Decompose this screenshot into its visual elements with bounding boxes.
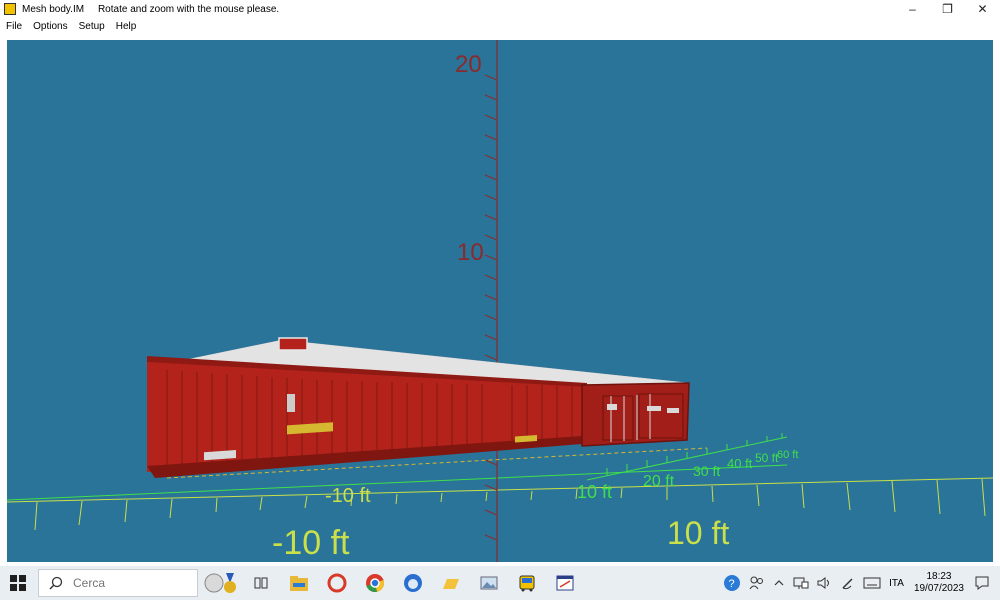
floor-ticks: [34, 478, 986, 531]
label-10-green: 10 ft: [577, 482, 612, 502]
golf-medal-icon: [204, 573, 236, 593]
minimize-button[interactable]: –: [895, 0, 930, 18]
axis-label-20: 20: [455, 51, 482, 78]
svg-text:?: ?: [729, 578, 735, 590]
search-input[interactable]: [71, 575, 165, 591]
door-label-3: [607, 404, 617, 410]
start-button[interactable]: [0, 566, 36, 600]
help-icon[interactable]: ?: [723, 574, 741, 592]
menu-options[interactable]: Options: [28, 21, 72, 32]
taskbar-search[interactable]: [38, 569, 198, 597]
door-label-2: [667, 408, 679, 413]
folder-icon[interactable]: [437, 569, 465, 597]
restore-button[interactable]: ❐: [930, 0, 965, 18]
label-20-green: 20 ft: [643, 473, 675, 490]
menu-bar: File Options Setup Help: [0, 18, 1000, 34]
search-icon: [49, 576, 63, 590]
window-title: Mesh body.IM Rotate and zoom with the mo…: [22, 3, 280, 15]
file-explorer-icon[interactable]: [285, 569, 313, 597]
clock-date: 19/07/2023: [913, 583, 964, 594]
roof-hatch: [278, 337, 308, 351]
language-indicator[interactable]: ITA: [889, 578, 904, 589]
label-10-large: 10 ft: [667, 515, 729, 551]
pen-icon[interactable]: [841, 576, 855, 590]
label-60-green: 60 ft: [777, 449, 798, 461]
photos-icon[interactable]: [475, 569, 503, 597]
container-end-doors: [581, 382, 690, 447]
bus-app-icon[interactable]: [513, 569, 541, 597]
system-tray: ? ITA 18:23 19/07/2023: [719, 566, 1000, 600]
network-icon[interactable]: [793, 576, 809, 590]
menu-help[interactable]: Help: [111, 21, 142, 32]
menu-file[interactable]: File: [1, 21, 27, 32]
label-neg10-large: -10 ft: [272, 524, 350, 562]
app-icon: [4, 3, 16, 15]
side-placard: [287, 394, 295, 412]
chrome-icon[interactable]: [361, 569, 389, 597]
keyboard-icon[interactable]: [863, 577, 881, 589]
label-30-green: 30 ft: [693, 463, 720, 479]
notifications-icon[interactable]: [974, 575, 990, 591]
close-button[interactable]: ✕: [965, 0, 1000, 18]
axis-label-10: 10: [457, 239, 484, 266]
people-icon[interactable]: [749, 575, 765, 591]
editor-app-icon[interactable]: [551, 569, 579, 597]
label-40-green: 40 ft: [727, 456, 753, 471]
volume-icon[interactable]: [817, 576, 833, 590]
floor-line-yellow: [7, 477, 993, 503]
windows-logo-icon: [10, 575, 26, 591]
menu-setup[interactable]: Setup: [74, 21, 110, 32]
chevron-up-icon[interactable]: [773, 577, 785, 589]
axis-ticks: [484, 74, 498, 541]
clock-time: 18:23: [926, 571, 952, 582]
scene-svg: 20 10 -10 ft 10 ft 20 ft 30 ft 40 ft 50 …: [7, 40, 993, 562]
label-neg10-yellow: -10 ft: [325, 485, 371, 507]
window-controls: – ❐ ✕: [895, 0, 1000, 18]
clock[interactable]: 18:23 19/07/2023: [914, 571, 964, 595]
thunderbird-icon[interactable]: [399, 569, 427, 597]
taskbar: ? ITA 18:23 19/07/2023: [0, 566, 1000, 600]
title-bar: Mesh body.IM Rotate and zoom with the mo…: [0, 0, 1000, 18]
ccleaner-icon[interactable]: [323, 569, 351, 597]
door-label-1: [647, 406, 661, 411]
task-view-icon[interactable]: [247, 569, 275, 597]
label-50-green: 50 ft: [755, 451, 779, 465]
3d-viewport[interactable]: 20 10 -10 ft 10 ft 20 ft 30 ft 40 ft 50 …: [7, 40, 993, 562]
